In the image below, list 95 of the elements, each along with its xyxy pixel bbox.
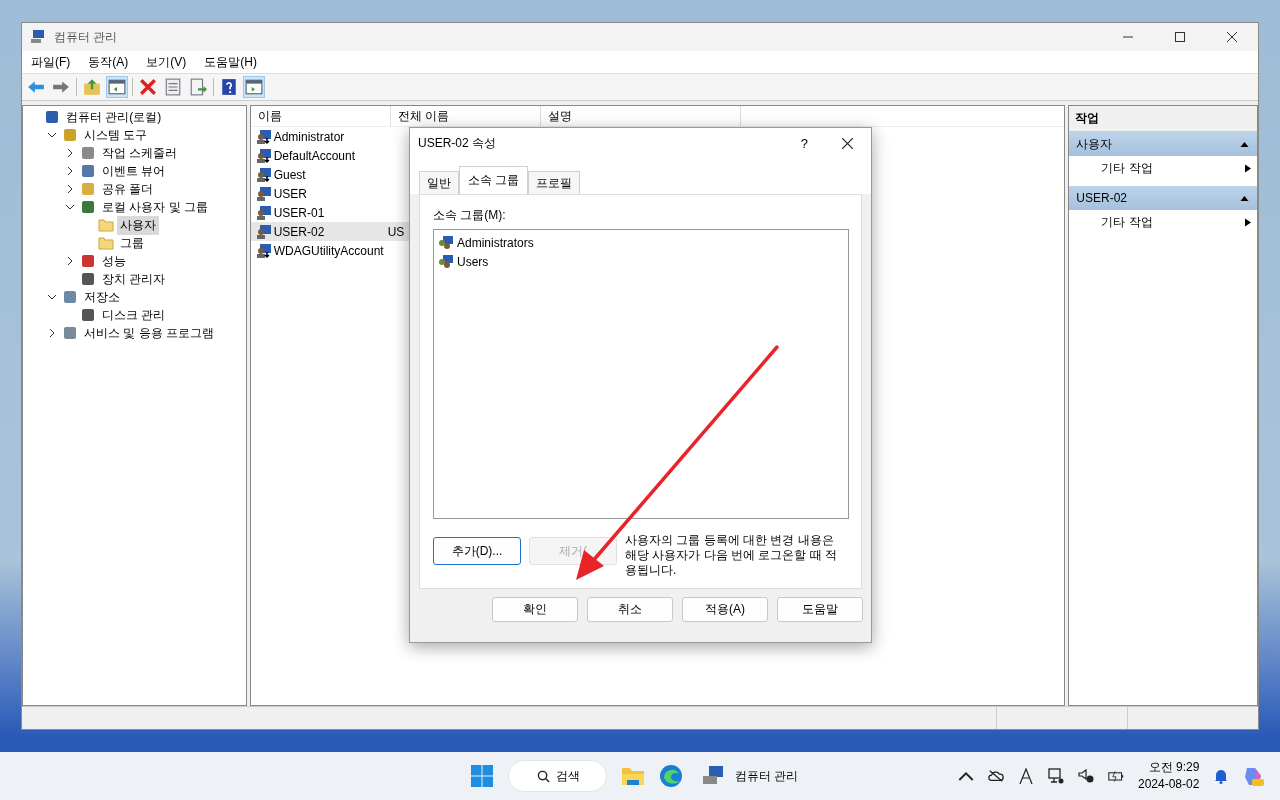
computer-icon: [30, 29, 46, 45]
column-header[interactable]: 이름: [250, 106, 391, 126]
field-label: 소속 그룹(M):: [433, 207, 507, 224]
user-name[interactable]: USER-01: [273, 205, 388, 220]
tree-item[interactable]: 그룹: [117, 233, 147, 253]
window-title: 컴퓨터 관리: [54, 28, 118, 46]
tree-item[interactable]: 컴퓨터 관리(로컬): [63, 107, 165, 127]
taskbar-app-button[interactable]: 컴퓨터 관리: [697, 764, 803, 788]
group-name[interactable]: Users: [457, 254, 489, 269]
action-item[interactable]: 기타 작업: [1069, 156, 1257, 180]
node-icon: [62, 289, 78, 305]
chevron-icon[interactable]: [66, 167, 74, 175]
node-icon: [80, 271, 96, 287]
folder-icon: [98, 217, 114, 233]
group-icon: [438, 234, 454, 251]
dialog-button[interactable]: 적용(A): [682, 597, 768, 622]
export-icon[interactable]: [188, 77, 208, 97]
node-icon: [80, 145, 96, 161]
folder-up-icon[interactable]: [82, 77, 102, 97]
submenu-arrow-icon: [1245, 163, 1251, 173]
properties-icon[interactable]: [163, 77, 183, 97]
tree-item[interactable]: 작업 스케줄러: [99, 143, 181, 163]
node-icon: [80, 181, 96, 197]
close-icon[interactable]: [842, 137, 853, 149]
user-name[interactable]: USER-02: [273, 224, 388, 239]
tree-item[interactable]: 장치 관리자: [99, 269, 169, 289]
dialog-button[interactable]: 도움말: [777, 597, 863, 622]
chevron-icon[interactable]: [48, 293, 56, 301]
actions-section-header[interactable]: 사용자: [1069, 132, 1257, 156]
node-icon: [80, 307, 96, 323]
speaker-muted-icon[interactable]: [1078, 768, 1094, 784]
help-icon[interactable]: [219, 77, 239, 97]
actions-title: 작업: [1069, 106, 1257, 132]
chevron-icon[interactable]: [48, 329, 56, 337]
start-icon[interactable]: [470, 764, 494, 788]
table-cell: US: [387, 224, 405, 239]
folder-icon: [98, 235, 114, 251]
collapse-icon[interactable]: [1240, 195, 1249, 201]
tree-item[interactable]: 공유 폴더: [99, 179, 157, 199]
network-icon[interactable]: [1048, 768, 1064, 784]
dialog-button[interactable]: 취소: [587, 597, 673, 622]
tree-item[interactable]: 시스템 도구: [81, 125, 151, 145]
submenu-arrow-icon: [1245, 217, 1251, 227]
tree-item[interactable]: 성능: [99, 251, 129, 271]
dialog-button[interactable]: 추가(D)...: [433, 537, 521, 565]
tree-item[interactable]: 서비스 및 응용 프로그램: [81, 323, 217, 343]
dialog-button[interactable]: 확인: [492, 597, 578, 622]
actions-section-header[interactable]: USER-02: [1069, 186, 1257, 210]
assistant-icon[interactable]: [1243, 765, 1266, 787]
node-icon: [80, 253, 96, 269]
maximize-icon[interactable]: [1175, 32, 1185, 42]
menu-item[interactable]: 파일(F): [31, 53, 71, 71]
node-icon: [62, 127, 78, 143]
node-icon: [80, 163, 96, 179]
clock[interactable]: 오전 9:29 2024-08-02: [1138, 759, 1200, 793]
menu-item[interactable]: 보기(V): [146, 53, 187, 71]
tree-item[interactable]: 로컬 사용자 및 그룹: [99, 197, 211, 217]
dialog-title: USER-02 속성: [418, 134, 497, 152]
node-icon: [80, 199, 96, 215]
console-tree-icon[interactable]: [107, 77, 127, 97]
tree-item[interactable]: 이벤트 뷰어: [99, 161, 169, 181]
node-icon: [44, 109, 60, 125]
tree-item[interactable]: 저장소: [81, 287, 123, 307]
chevron-icon[interactable]: [66, 185, 74, 193]
font-icon[interactable]: [1018, 768, 1034, 784]
menu-item[interactable]: 도움말(H): [204, 53, 257, 71]
close-icon[interactable]: [1227, 32, 1237, 42]
bell-icon[interactable]: [1213, 768, 1230, 784]
search-field[interactable]: 검색: [508, 760, 607, 792]
browser-icon[interactable]: [659, 764, 683, 788]
column-header[interactable]: 전체 이름: [390, 106, 541, 126]
group-name[interactable]: Administrators: [457, 235, 534, 250]
chevron-icon[interactable]: [66, 203, 74, 211]
tree-item[interactable]: 사용자: [117, 215, 159, 235]
tab[interactable]: 프로필: [528, 171, 581, 194]
column-header[interactable]: 설명: [540, 106, 741, 126]
search-icon: [537, 769, 550, 783]
chevron-icon[interactable]: [66, 257, 74, 265]
chevron-icon[interactable]: [66, 149, 74, 157]
menu-item[interactable]: 동작(A): [88, 53, 129, 71]
tree-item[interactable]: 디스크 관리: [99, 305, 169, 325]
cloud-icon[interactable]: [988, 768, 1004, 784]
battery-icon[interactable]: [1108, 768, 1124, 784]
info-text: 사용자의 그룹 등록에 대한 변경 내용은 해당 사용자가 다음 번에 로그온할 때 적용됩니다.: [625, 533, 838, 578]
group-icon: [438, 253, 454, 270]
node-icon: [62, 325, 78, 341]
action-pane-icon[interactable]: [244, 77, 264, 97]
delete-icon[interactable]: [138, 77, 158, 97]
tab[interactable]: 일반: [419, 171, 459, 194]
action-item[interactable]: 기타 작업: [1069, 210, 1257, 234]
chevron-icon[interactable]: [48, 131, 56, 139]
collapse-icon[interactable]: [1240, 141, 1249, 147]
help-button[interactable]: ?: [800, 135, 808, 151]
user-name[interactable]: USER: [273, 186, 388, 201]
tab[interactable]: 소속 그룹: [459, 166, 529, 194]
